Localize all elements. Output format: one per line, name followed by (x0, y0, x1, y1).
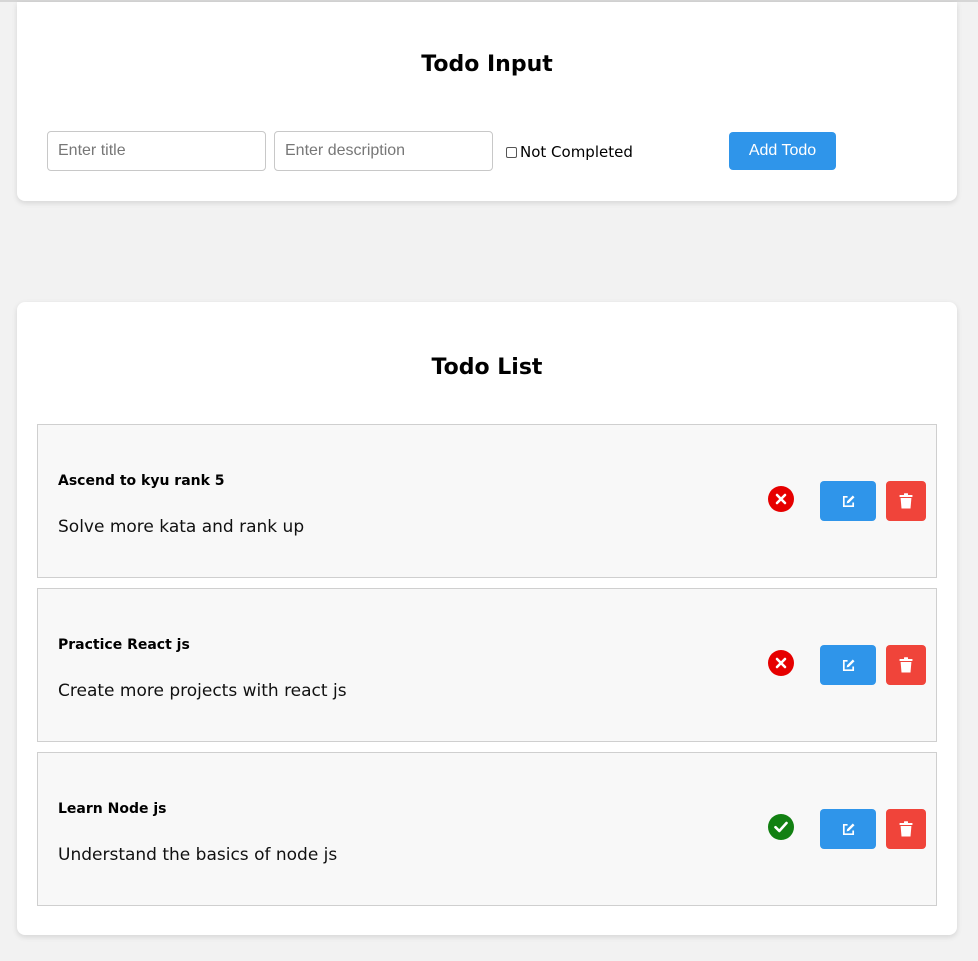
trash-icon (899, 821, 913, 837)
x-circle-icon[interactable] (768, 650, 794, 676)
todo-input-heading: Todo Input (421, 52, 553, 77)
todo-description: Solve more kata and rank up (58, 517, 305, 537)
edit-icon (842, 823, 854, 835)
todo-item: Practice React js Create more projects w… (37, 588, 937, 742)
completed-toggle[interactable]: Not Completed (506, 143, 633, 161)
edit-button[interactable] (820, 481, 876, 521)
todo-title: Ascend to kyu rank 5 (58, 473, 225, 489)
completed-label: Not Completed (520, 143, 633, 161)
todo-list-card: Todo List Ascend to kyu rank 5 Solve mor… (17, 302, 957, 935)
description-input[interactable] (274, 131, 493, 171)
edit-button[interactable] (820, 645, 876, 685)
add-todo-button[interactable]: Add Todo (729, 132, 836, 170)
todo-list-heading: Todo List (431, 355, 543, 380)
todo-title: Practice React js (58, 637, 190, 653)
x-circle-icon[interactable] (768, 486, 794, 512)
edit-button[interactable] (820, 809, 876, 849)
delete-button[interactable] (886, 809, 926, 849)
delete-button[interactable] (886, 481, 926, 521)
todo-item: Learn Node js Understand the basics of n… (37, 752, 937, 906)
todo-title: Learn Node js (58, 801, 167, 817)
todo-description: Create more projects with react js (58, 681, 347, 701)
edit-icon (842, 659, 854, 671)
trash-icon (899, 493, 913, 509)
todo-item: Ascend to kyu rank 5 Solve more kata and… (37, 424, 937, 578)
check-circle-icon[interactable] (768, 814, 794, 840)
title-input[interactable] (47, 131, 266, 171)
trash-icon (899, 657, 913, 673)
todo-description: Understand the basics of node js (58, 845, 338, 865)
completed-checkbox[interactable] (506, 146, 517, 158)
delete-button[interactable] (886, 645, 926, 685)
edit-icon (842, 495, 854, 507)
todo-input-card: Todo Input Not Completed Add Todo (17, 2, 957, 201)
